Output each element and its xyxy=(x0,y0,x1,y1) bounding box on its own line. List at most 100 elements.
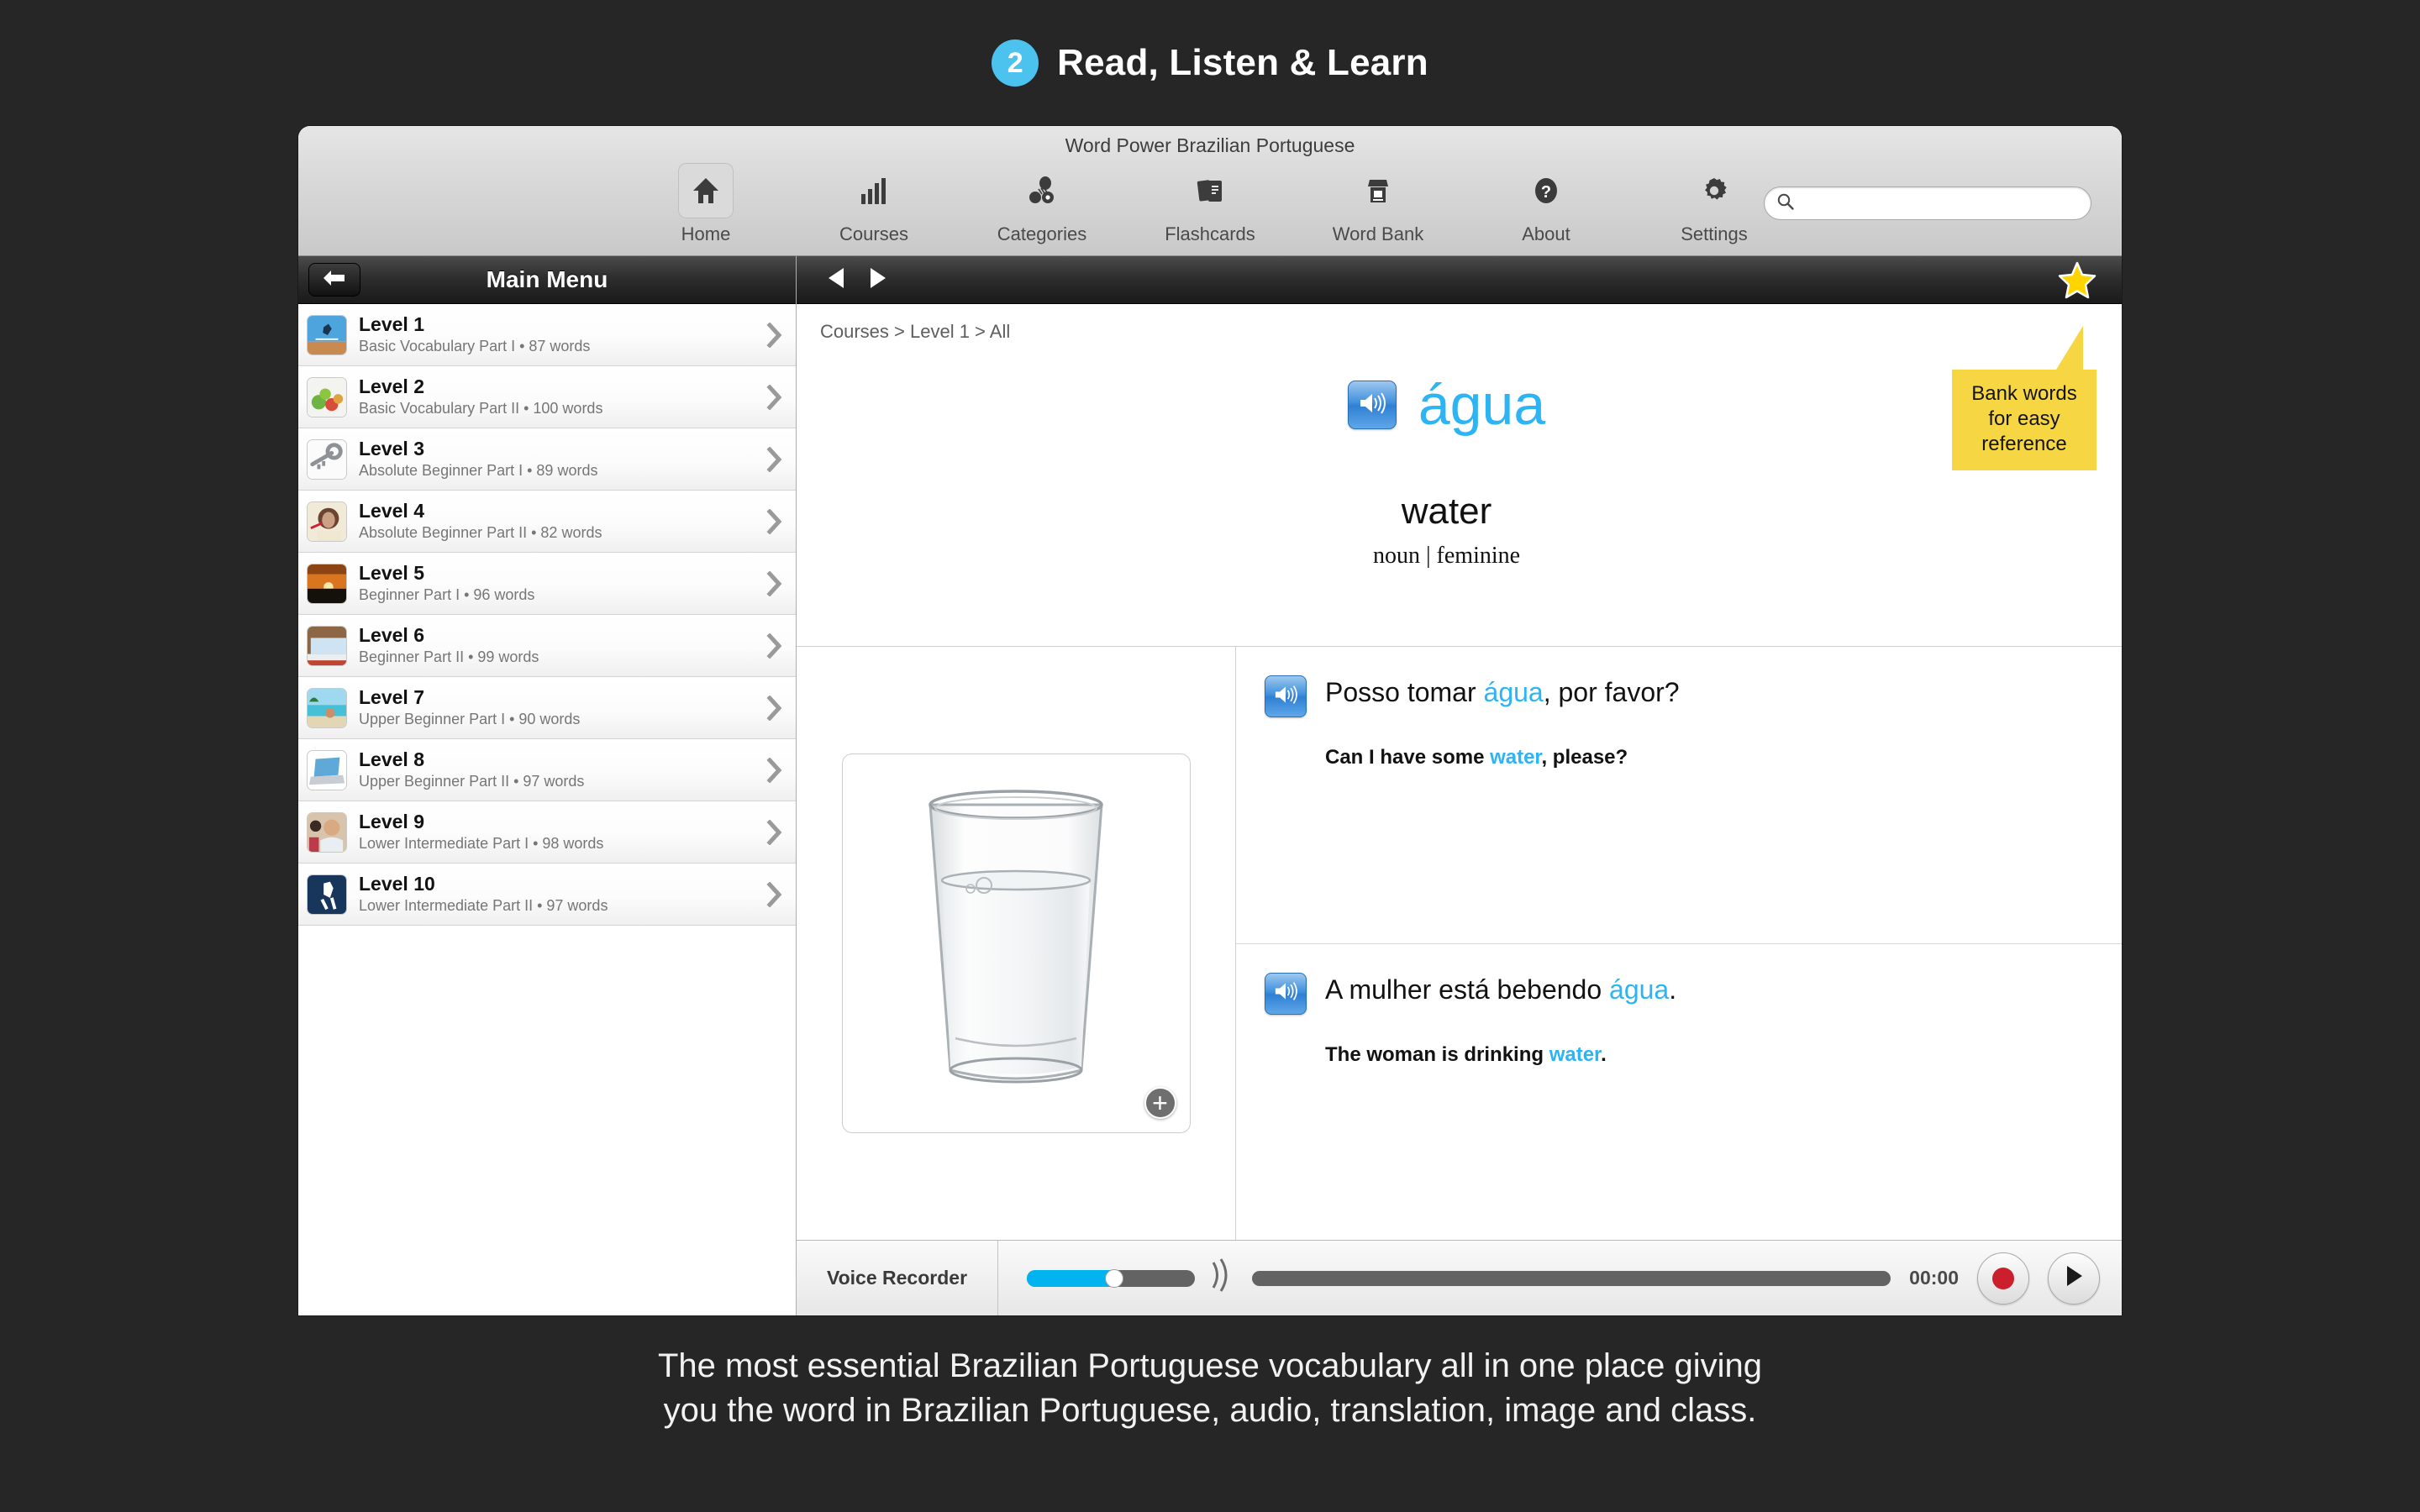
volume-slider-knob[interactable] xyxy=(1105,1268,1123,1288)
level-text: Level 1 Basic Vocabulary Part I • 87 wor… xyxy=(359,312,754,355)
level-subtitle: Lower Intermediate Part I • 98 words xyxy=(359,834,604,852)
level-name: Level 5 xyxy=(359,561,424,584)
toolbar-item-home-label: Home xyxy=(681,223,731,244)
sentence-1-native-pre: Can I have some xyxy=(1325,746,1491,769)
play-sentence-2-audio-button[interactable] xyxy=(1265,972,1307,1015)
sidebar-item-level-1[interactable]: Level 1 Basic Vocabulary Part I • 87 wor… xyxy=(298,304,796,366)
sidebar-item-level-6[interactable]: Level 6 Beginner Part II • 99 words xyxy=(298,615,796,677)
level-name: Level 7 xyxy=(359,685,424,708)
sidebar-item-level-8[interactable]: Level 8 Upper Beginner Part II • 97 word… xyxy=(298,739,796,801)
headword: água xyxy=(1418,373,1546,437)
level-name: Level 3 xyxy=(359,437,424,459)
play-button[interactable] xyxy=(2048,1252,2100,1305)
flashcards-icon-box xyxy=(1182,163,1238,218)
toolbar-item-settings-label: Settings xyxy=(1681,223,1748,244)
level-subtitle: Beginner Part I • 96 words xyxy=(359,585,535,603)
sidebar-item-level-10[interactable]: Level 10 Lower Intermediate Part II • 97… xyxy=(298,864,796,926)
sidebar-title: Main Menu xyxy=(486,266,608,292)
level-name: Level 10 xyxy=(359,872,435,895)
sentence-2-target: A mulher está bebendo água. xyxy=(1325,973,2088,1006)
categories-icon xyxy=(1027,176,1057,206)
sentence-2-native: The woman is drinking water. xyxy=(1325,1043,2088,1067)
level-text: Level 6 Beginner Part II • 99 words xyxy=(359,623,754,666)
play-word-audio-button[interactable] xyxy=(1347,381,1397,429)
glass-of-water-image xyxy=(890,786,1142,1101)
level-name: Level 2 xyxy=(359,375,424,397)
toolbar-item-word-bank[interactable]: Word Bank xyxy=(1294,163,1462,245)
promo-step-badge: 2 xyxy=(992,39,1039,87)
zoom-image-button[interactable]: + xyxy=(1144,1087,1176,1119)
toolbar-item-home[interactable]: Home xyxy=(622,163,790,245)
voice-recorder-label: Voice Recorder xyxy=(797,1241,998,1315)
sidebar-item-level-4[interactable]: Level 4 Absolute Beginner Part II • 82 w… xyxy=(298,491,796,553)
level-name: Level 6 xyxy=(359,623,424,646)
word-image-card[interactable]: + xyxy=(841,753,1191,1133)
play-triangle-icon xyxy=(2063,1263,2085,1293)
level-subtitle: Upper Beginner Part II • 97 words xyxy=(359,772,585,790)
chevron-right-icon xyxy=(754,633,796,659)
chevron-right-icon xyxy=(754,570,796,596)
translation: water xyxy=(1401,491,1492,532)
content-pane: Courses > Level 1 > All água water noun … xyxy=(797,256,2122,1315)
recorder-time: 00:00 xyxy=(1909,1267,1959,1289)
sidebar-item-level-9[interactable]: Level 9 Lower Intermediate Part I • 98 w… xyxy=(298,801,796,864)
breadcrumb[interactable]: Courses > Level 1 > All xyxy=(820,321,1010,343)
bank-words-callout: Bank words for easy reference xyxy=(1952,326,2096,470)
sentence-1-target-highlight: água xyxy=(1483,677,1544,707)
example-sentence-1: Posso tomar água, por favor? Can I have … xyxy=(1236,647,2122,943)
level-name: Level 1 xyxy=(359,312,424,335)
chevron-right-icon xyxy=(754,384,796,410)
level-text: Level 5 Beginner Part I • 96 words xyxy=(359,561,754,604)
sentence-2-target-highlight: água xyxy=(1609,974,1670,1005)
chevron-right-icon xyxy=(754,881,796,907)
level-thumbnail xyxy=(307,314,347,355)
sentence-2-native-post: . xyxy=(1601,1042,1607,1066)
previous-word-button[interactable] xyxy=(825,265,847,295)
sidebar-item-level-5[interactable]: Level 5 Beginner Part I • 96 words xyxy=(298,553,796,615)
sidebar-item-level-7[interactable]: Level 7 Upper Beginner Part I • 90 words xyxy=(298,677,796,739)
home-icon-box xyxy=(678,163,734,218)
speaker-icon xyxy=(1358,391,1386,420)
level-subtitle: Basic Vocabulary Part II • 100 words xyxy=(359,399,603,417)
level-subtitle: Lower Intermediate Part II • 97 words xyxy=(359,896,608,914)
toolbar-item-flashcards[interactable]: Flashcards xyxy=(1126,163,1294,245)
gear-icon xyxy=(1699,176,1729,206)
level-thumbnail xyxy=(307,376,347,417)
question-mark-icon: ? xyxy=(1531,176,1561,206)
sentence-2-text: A mulher está bebendo água. The woman is… xyxy=(1325,973,2088,1067)
level-text: Level 4 Absolute Beginner Part II • 82 w… xyxy=(359,500,754,542)
question-mark-icon-box: ? xyxy=(1518,163,1574,218)
toolbar-item-courses[interactable]: Courses xyxy=(790,163,958,245)
arrow-left-icon xyxy=(322,269,347,291)
word-pane: Courses > Level 1 > All água water noun … xyxy=(797,304,2122,647)
sidebar-item-level-2[interactable]: Level 2 Basic Vocabulary Part II • 100 w… xyxy=(298,366,796,428)
chevron-right-icon xyxy=(754,322,796,348)
search-icon xyxy=(1776,192,1795,215)
chevron-right-icon xyxy=(754,819,796,845)
word-bank-icon-box xyxy=(1350,163,1406,218)
level-text: Level 10 Lower Intermediate Part II • 97… xyxy=(359,872,754,915)
toolbar-item-about[interactable]: ? About xyxy=(1462,163,1630,245)
toolbar-item-categories[interactable]: Categories xyxy=(958,163,1126,245)
level-name: Level 8 xyxy=(359,748,424,770)
volume-slider-fill xyxy=(1027,1269,1114,1287)
level-text: Level 9 Lower Intermediate Part I • 98 w… xyxy=(359,811,754,853)
sentence-1-target: Posso tomar água, por favor? xyxy=(1325,675,2088,709)
search-input[interactable] xyxy=(1802,192,2079,214)
record-button[interactable] xyxy=(1977,1252,2029,1305)
word-class: noun | feminine xyxy=(1372,543,1521,569)
sidebar-item-level-3[interactable]: Level 3 Absolute Beginner Part I • 89 wo… xyxy=(298,428,796,491)
sentence-1-native-highlight: water xyxy=(1490,746,1542,769)
next-word-button[interactable] xyxy=(867,265,889,295)
promo-caption: The most essential Brazilian Portuguese … xyxy=(0,1344,2420,1433)
play-sentence-1-audio-button[interactable] xyxy=(1265,675,1307,717)
word-bank-icon xyxy=(1363,176,1393,206)
playback-seek-slider[interactable] xyxy=(1252,1270,1891,1286)
promo-header: 2 Read, Listen & Learn xyxy=(0,0,2420,126)
search-box[interactable] xyxy=(1764,186,2091,220)
example-sentence-2: A mulher está bebendo água. The woman is… xyxy=(1236,942,2122,1241)
star-icon[interactable] xyxy=(2058,261,2096,304)
gear-icon-box xyxy=(1686,163,1742,218)
back-button[interactable] xyxy=(308,263,360,297)
volume-slider[interactable] xyxy=(1027,1268,1195,1288)
